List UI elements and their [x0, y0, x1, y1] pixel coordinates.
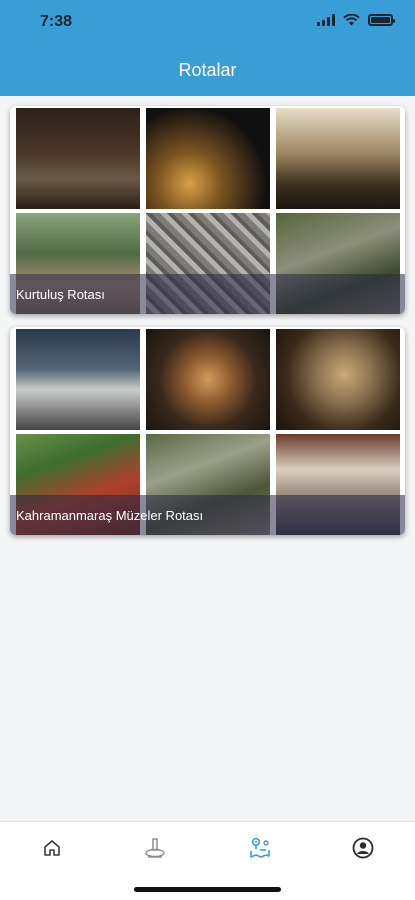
route-card-kurtulus[interactable]: Kurtuluş Rotası	[10, 106, 405, 314]
route-title: Kurtuluş Rotası	[16, 287, 105, 302]
status-time: 7:38	[40, 13, 73, 30]
wifi-icon	[343, 14, 360, 26]
route-photo	[16, 329, 140, 430]
tab-routes[interactable]	[240, 834, 280, 862]
route-title: Kahramanmaraş Müzeler Rotası	[16, 508, 204, 523]
home-icon	[44, 840, 60, 856]
route-photo	[16, 108, 140, 209]
route-photo	[276, 329, 400, 430]
route-card-museums[interactable]: Kahramanmaraş Müzeler Rotası	[10, 327, 405, 535]
battery-icon	[368, 14, 395, 26]
home-indicator	[134, 887, 281, 892]
tab-monuments[interactable]	[135, 834, 175, 862]
status-icons	[317, 14, 395, 26]
page-title: Rotalar	[178, 60, 237, 80]
app-header: 7:38 Rotalar	[0, 0, 415, 96]
monument-icon	[145, 838, 165, 858]
route-map-icon	[250, 837, 270, 858]
route-photo	[276, 108, 400, 209]
cellular-signal-icon	[317, 14, 335, 26]
tab-home[interactable]	[32, 834, 72, 862]
status-bar: 7:38	[0, 0, 415, 44]
route-photo	[146, 108, 270, 209]
tab-profile[interactable]	[343, 834, 383, 862]
route-photo	[146, 329, 270, 430]
profile-icon	[352, 837, 374, 859]
